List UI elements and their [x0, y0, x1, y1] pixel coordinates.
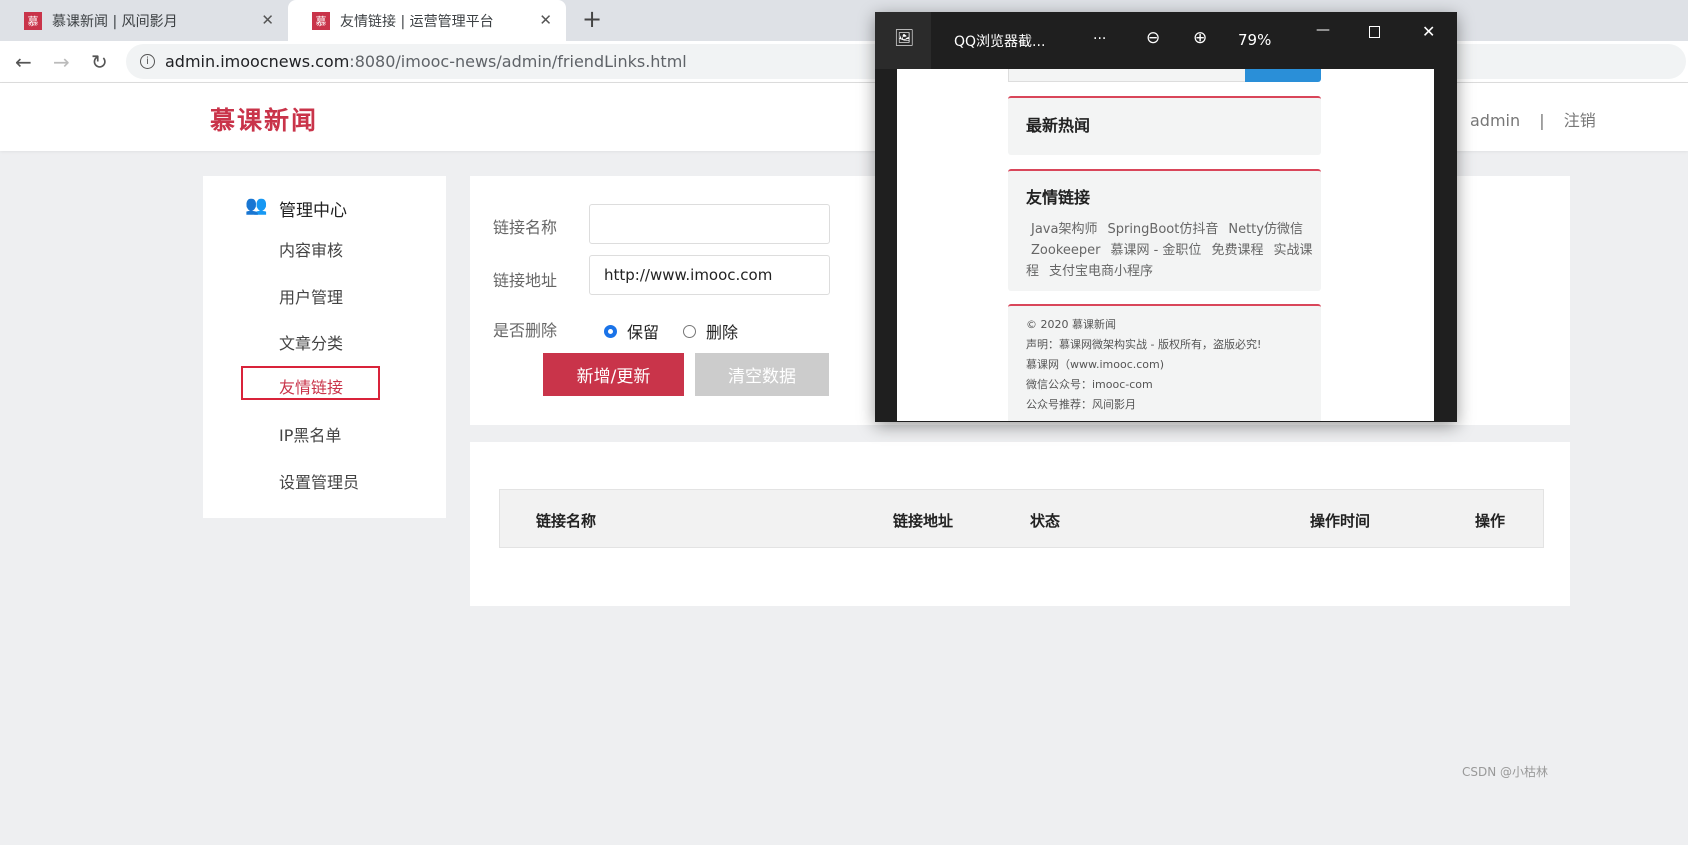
back-icon[interactable]: ← — [15, 50, 32, 74]
close-icon[interactable]: ✕ — [261, 11, 274, 29]
link-item: 支付宝电商小程序 — [1049, 264, 1154, 279]
tab-news[interactable]: 慕 慕课新闻 | 风间影月 ✕ — [0, 0, 288, 41]
reload-icon[interactable]: ↻ — [91, 50, 108, 74]
logo[interactable]: 慕课新闻 — [210, 101, 318, 137]
sidebar-item-categories[interactable]: 文章分类 — [279, 330, 343, 354]
footer-line: © 2020 慕课新闻 — [1026, 318, 1116, 331]
users-icon: 👥 — [245, 195, 268, 216]
separator: | — [1539, 111, 1545, 130]
footer-line: 慕课网（www.imooc.com) — [1026, 358, 1165, 371]
col-name: 链接名称 — [536, 512, 597, 530]
zoom-level: 79% — [1238, 31, 1272, 49]
sidebar-item-friend-links[interactable]: 友情链接 — [241, 366, 380, 400]
new-tab-icon[interactable]: + — [582, 5, 602, 33]
user-info: admin | 注销 — [1470, 107, 1596, 131]
radio-label: 保留 — [627, 323, 660, 342]
tab-friend-links[interactable]: 慕 友情链接 | 运营管理平台 ✕ — [288, 0, 566, 41]
radio-label: 删除 — [706, 323, 739, 342]
tab-title: 慕课新闻 | 风间影月 — [52, 13, 178, 30]
favicon-icon: 慕 — [24, 11, 42, 30]
hot-news-title: 最新热闻 — [1026, 116, 1091, 135]
image-viewer-window: 🖼 QQ浏览器截... ··· ⊖ ⊕ 79% — ✕ 最新热闻 友情链接 Ja… — [875, 12, 1457, 422]
zoom-in-icon[interactable]: ⊕ — [1193, 28, 1207, 48]
sidebar-item-label: 友情链接 — [279, 378, 344, 397]
link-url-label: 链接地址 — [493, 271, 558, 290]
link-url-input[interactable] — [589, 255, 830, 295]
table-header: 链接名称 链接地址 状态 操作时间 操作 — [499, 489, 1544, 548]
link-item: 免费课程 — [1211, 243, 1264, 258]
clear-button[interactable]: 清空数据 — [695, 353, 829, 396]
url-path: :8080/imooc-news/admin/friendLinks.html — [349, 52, 687, 71]
close-icon[interactable]: ✕ — [539, 11, 552, 29]
radio-checked-icon — [604, 324, 617, 338]
col-status: 状态 — [1030, 512, 1061, 530]
col-url: 链接地址 — [893, 512, 954, 530]
footer-box: © 2020 慕课新闻 声明：慕课网微架构实战 - 版权所有，盗版必究! 慕课网… — [1008, 304, 1321, 421]
image-icon: 🖼 — [894, 28, 915, 47]
sidebar-item-ip-blacklist[interactable]: IP黑名单 — [279, 422, 341, 446]
link-item: Zookeeper — [1031, 243, 1101, 258]
screenshot-preview: 最新热闻 友情链接 Java架构师 SpringBoot仿抖音 Netty仿微信 Zo… — [897, 69, 1434, 421]
more-icon[interactable]: ··· — [1093, 31, 1106, 47]
link-item: 慕课网 - 金职位 — [1110, 243, 1202, 258]
maximize-icon[interactable] — [1369, 26, 1380, 38]
radio-unchecked-icon — [683, 324, 696, 338]
sidebar-item-set-admin[interactable]: 设置管理员 — [279, 469, 359, 493]
link-item: SpringBoot仿抖音 — [1107, 222, 1219, 237]
link-item: Netty仿微信 — [1228, 222, 1303, 237]
col-actions: 操作 — [1475, 512, 1506, 530]
search-box — [1008, 69, 1246, 82]
info-icon[interactable]: i — [140, 54, 155, 69]
footer-line: 声明：慕课网微架构实战 - 版权所有，盗版必究! — [1026, 338, 1262, 351]
favicon-icon: 慕 — [312, 11, 330, 30]
search-button — [1245, 69, 1321, 82]
radio-delete[interactable]: 删除 — [683, 319, 738, 343]
tab-title: 友情链接 | 运营管理平台 — [340, 13, 494, 30]
url-host: admin.imoocnews.com — [165, 52, 350, 71]
links-table: 链接名称 链接地址 状态 操作时间 操作 — [470, 442, 1570, 606]
sidebar-item-content-review[interactable]: 内容审核 — [279, 237, 343, 261]
sidebar-item-users[interactable]: 用户管理 — [279, 284, 343, 308]
footer-line: 公众号推荐：风间影月 — [1026, 398, 1136, 411]
close-icon[interactable]: ✕ — [1422, 22, 1435, 41]
viewer-title: QQ浏览器截... — [954, 34, 1046, 50]
delete-label: 是否删除 — [493, 321, 558, 340]
logout-link[interactable]: 注销 — [1564, 111, 1596, 130]
forward-icon[interactable]: → — [53, 50, 70, 74]
friend-links-list: Java架构师 SpringBoot仿抖音 Netty仿微信 Zookeeper 慕课网… — [1026, 219, 1316, 282]
username: admin — [1470, 111, 1521, 130]
sidebar: 👥 管理中心 内容审核 用户管理 文章分类 友情链接 IP黑名单 设置管理员 — [203, 176, 446, 518]
hot-news-box: 最新热闻 — [1008, 96, 1321, 155]
friend-links-title: 友情链接 — [1026, 188, 1091, 207]
watermark: CSDN @小枯林 — [1462, 765, 1549, 779]
link-name-input[interactable] — [589, 204, 830, 244]
minimize-icon[interactable]: — — [1316, 22, 1330, 38]
friend-links-box: 友情链接 Java架构师 SpringBoot仿抖音 Netty仿微信 Zookeep… — [1008, 169, 1321, 291]
submit-button[interactable]: 新增/更新 — [543, 353, 684, 396]
viewer-app-button[interactable]: 🖼 — [875, 12, 931, 69]
link-item: Java架构师 — [1031, 222, 1098, 237]
viewer-titlebar: 🖼 QQ浏览器截... ··· ⊖ ⊕ 79% — ✕ — [875, 12, 1457, 69]
sidebar-title: 管理中心 — [279, 201, 347, 221]
zoom-out-icon[interactable]: ⊖ — [1146, 28, 1160, 48]
col-time: 操作时间 — [1310, 512, 1371, 530]
footer-line: 微信公众号：imooc-com — [1026, 378, 1153, 391]
link-name-label: 链接名称 — [493, 218, 558, 237]
radio-keep[interactable]: 保留 — [604, 319, 659, 343]
